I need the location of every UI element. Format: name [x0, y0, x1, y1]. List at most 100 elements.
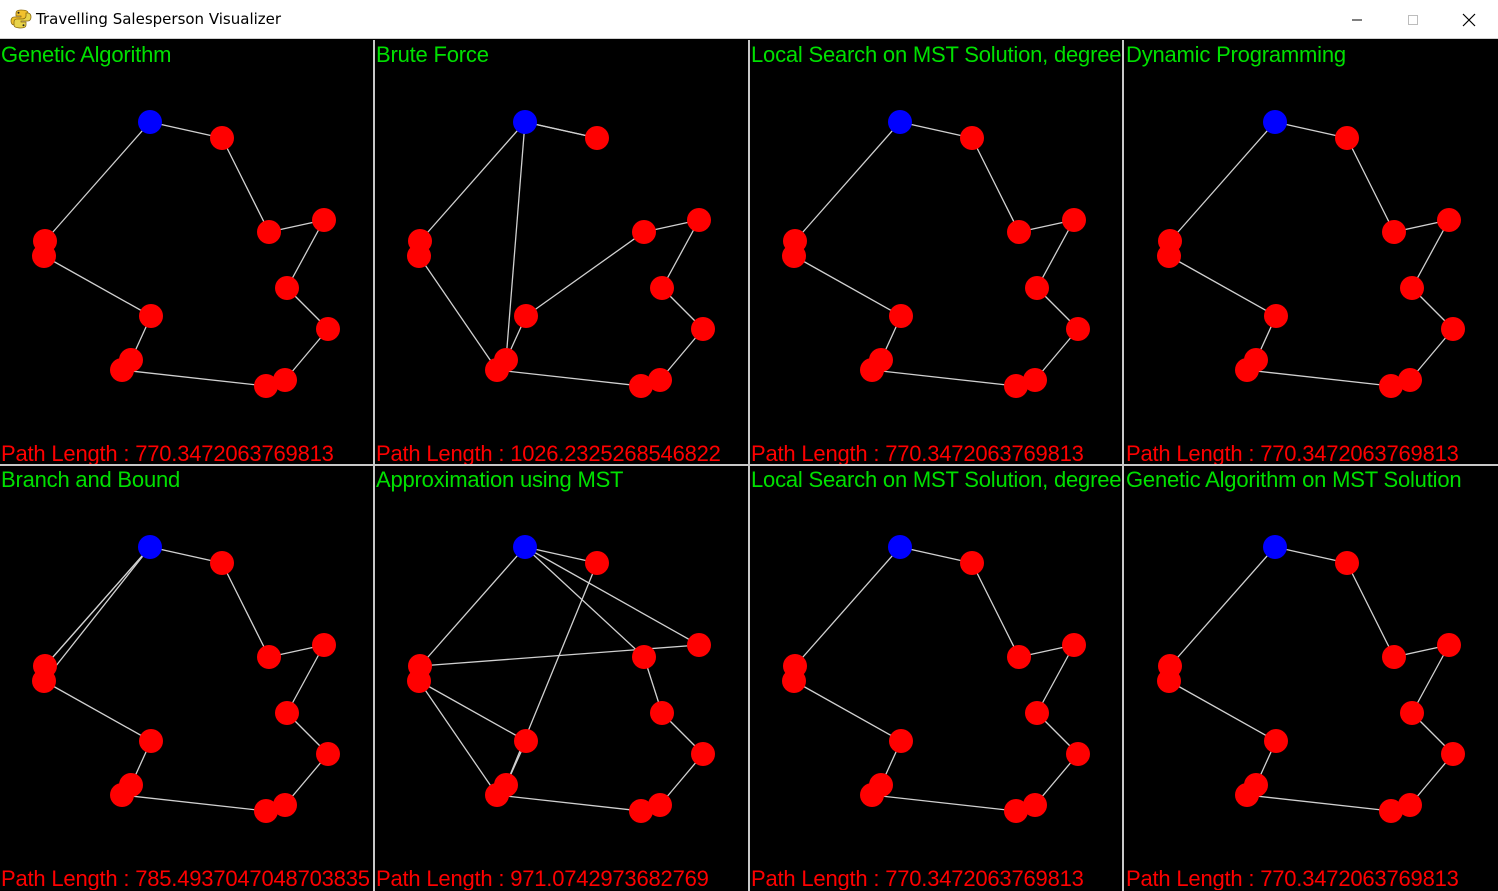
- maximize-icon: [1408, 14, 1418, 25]
- maximize-button[interactable]: [1384, 0, 1442, 39]
- city-node: [275, 701, 299, 725]
- close-button[interactable]: [1440, 0, 1498, 39]
- tour-edge: [419, 121, 526, 242]
- city-node: [1264, 729, 1288, 753]
- tour-edge: [794, 121, 901, 242]
- minimize-icon: [1352, 19, 1362, 20]
- minimize-button[interactable]: [1328, 0, 1386, 39]
- city-node: [139, 304, 163, 328]
- city-node: [1437, 208, 1461, 232]
- path-length-label: Path Length : 770.3472063769813: [751, 866, 1084, 890]
- tour-edge: [1168, 680, 1277, 742]
- city-node: [316, 317, 340, 341]
- title-bar: Travelling Salesperson Visualizer: [0, 0, 1498, 39]
- city-node: [257, 220, 281, 244]
- city-node: [1025, 701, 1049, 725]
- city-node: [1066, 317, 1090, 341]
- panel-title: Local Search on MST Solution, degree 2: [751, 42, 1124, 67]
- panel-title: Local Search on MST Solution, degree 3: [751, 467, 1124, 492]
- tour-edge: [1169, 546, 1276, 667]
- panel-title: Genetic Algorithm: [1, 42, 172, 67]
- tour-edge: [121, 794, 267, 812]
- start-city-node: [513, 535, 537, 559]
- city-node: [1264, 304, 1288, 328]
- city-node: [316, 742, 340, 766]
- tour-plot: [782, 535, 1090, 823]
- tour-edge: [221, 137, 270, 233]
- city-node: [1007, 645, 1031, 669]
- city-node: [960, 126, 984, 150]
- tour-edge: [44, 546, 151, 667]
- city-node: [210, 551, 234, 575]
- city-node: [1244, 773, 1268, 797]
- city-node: [408, 229, 432, 253]
- panel-title: Genetic Algorithm on MST Solution: [1126, 467, 1462, 492]
- city-node: [585, 551, 609, 575]
- city-node: [1007, 220, 1031, 244]
- city-node: [1062, 633, 1086, 657]
- city-node: [257, 645, 281, 669]
- tour-plot: [1157, 110, 1465, 398]
- tour-edge: [121, 369, 267, 387]
- city-node: [119, 773, 143, 797]
- path-length-label: Path Length : 770.3472063769813: [1126, 866, 1459, 890]
- city-node: [210, 126, 234, 150]
- path-length-label: Path Length : 770.3472063769813: [751, 441, 1084, 465]
- start-city-node: [138, 535, 162, 559]
- tour-plot: [32, 110, 340, 398]
- tour-edge: [418, 680, 498, 796]
- city-node: [783, 654, 807, 678]
- tour-plot: [407, 110, 715, 398]
- panel-title: Dynamic Programming: [1126, 42, 1346, 67]
- tour-edge: [971, 562, 1020, 658]
- tour-edge: [496, 369, 642, 387]
- panel-title: Brute Force: [376, 42, 489, 67]
- tour-edge: [1346, 137, 1395, 233]
- city-node: [1382, 645, 1406, 669]
- start-city-node: [1263, 110, 1287, 134]
- close-icon: [1462, 13, 1476, 26]
- city-node: [1004, 799, 1028, 823]
- city-node: [1158, 229, 1182, 253]
- city-node: [254, 374, 278, 398]
- tour-plot: [407, 535, 715, 823]
- city-node: [139, 729, 163, 753]
- tour-edge: [418, 680, 527, 742]
- tour-edge: [43, 546, 151, 682]
- city-node: [585, 126, 609, 150]
- python-snake-icon: [10, 9, 32, 29]
- path-length-label: Path Length : 971.0742973682769: [376, 866, 709, 890]
- tour-edge: [43, 255, 152, 317]
- tour-plot: [1157, 535, 1465, 823]
- tour-edge: [44, 121, 151, 242]
- tour-edge: [496, 794, 642, 812]
- city-node: [869, 348, 893, 372]
- city-node: [275, 276, 299, 300]
- panel-local-search-degree-3: Local Search on MST Solution, degree 3 P…: [750, 465, 1124, 890]
- city-node: [1062, 208, 1086, 232]
- tour-edge: [793, 255, 902, 317]
- start-city-node: [888, 110, 912, 134]
- panel-approximation-mst: Approximation using MST Path Length : 97…: [375, 465, 749, 890]
- tour-edge: [871, 794, 1017, 812]
- path-length-label: Path Length : 770.3472063769813: [1, 441, 334, 465]
- city-node: [514, 304, 538, 328]
- start-city-node: [1263, 535, 1287, 559]
- city-node: [1379, 799, 1403, 823]
- city-node: [254, 799, 278, 823]
- panel-genetic-on-mst: Genetic Algorithm on MST Solution Path L…: [1125, 465, 1498, 890]
- tour-edge: [43, 680, 152, 742]
- path-length-label: Path Length : 785.4937047048703835: [1, 866, 370, 890]
- tour-edge: [793, 680, 902, 742]
- tour-plot: [32, 535, 340, 823]
- city-node: [1382, 220, 1406, 244]
- city-node: [1158, 654, 1182, 678]
- tour-edge: [1346, 562, 1395, 658]
- tour-edge: [221, 562, 270, 658]
- city-node: [1335, 551, 1359, 575]
- city-node: [632, 645, 656, 669]
- city-node: [1400, 701, 1424, 725]
- city-node: [687, 208, 711, 232]
- city-node: [494, 348, 518, 372]
- city-node: [687, 633, 711, 657]
